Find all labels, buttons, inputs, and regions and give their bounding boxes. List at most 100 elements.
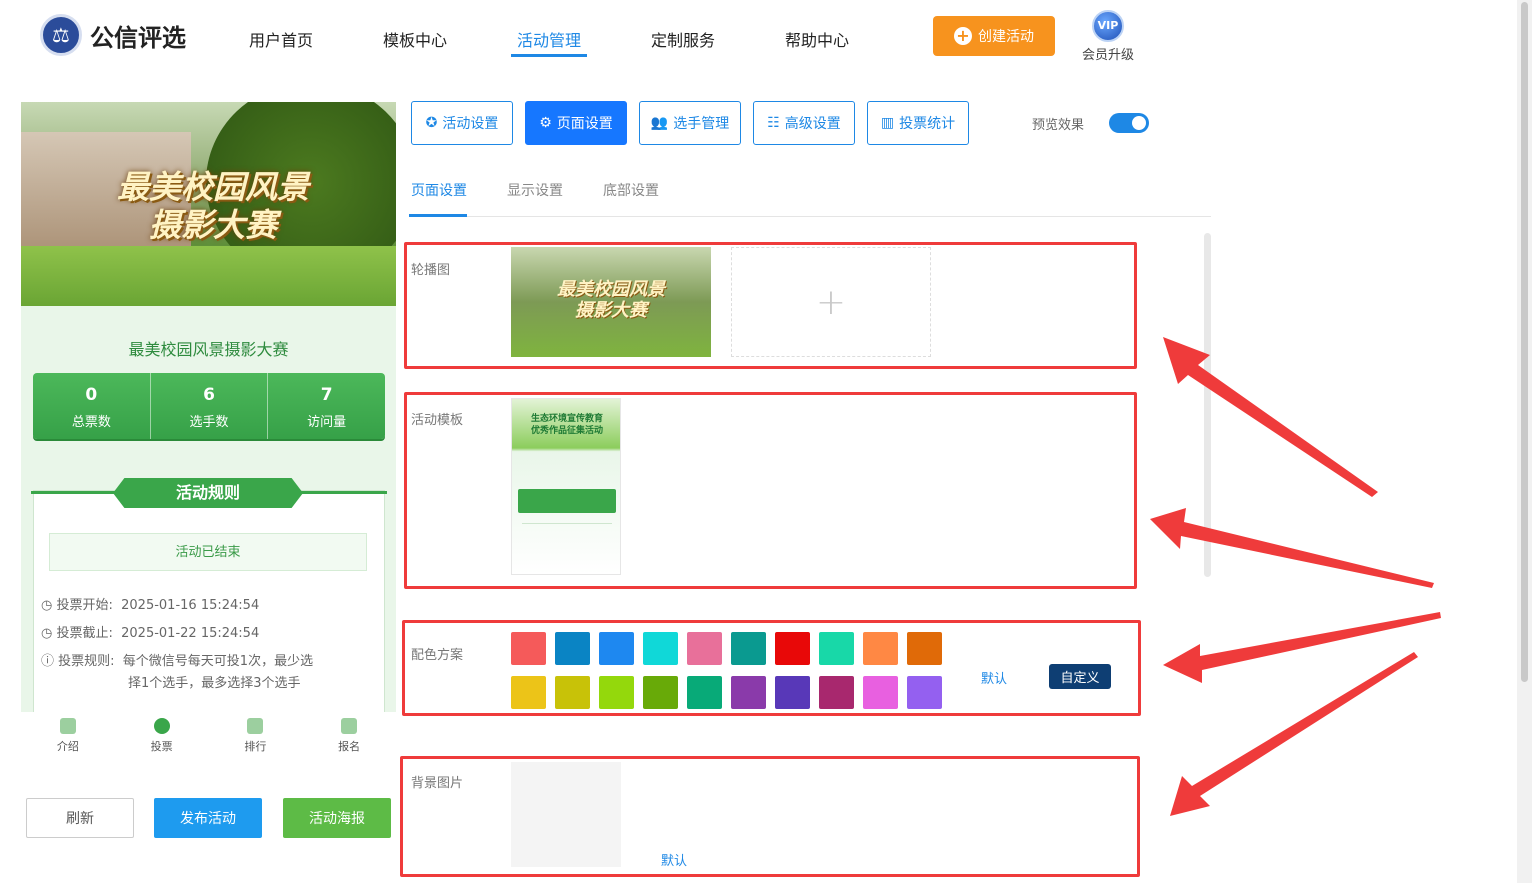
plus-icon: + xyxy=(954,27,972,45)
color-swatch[interactable] xyxy=(555,676,590,709)
vote-icon xyxy=(153,718,170,734)
carousel-thumb-line2: 摄影大赛 xyxy=(575,300,647,321)
color-swatch[interactable] xyxy=(907,676,942,709)
template-label: 活动模板 xyxy=(411,413,464,428)
color-swatch[interactable] xyxy=(775,632,810,665)
brand-logo[interactable]: ⚖ 公信评选 xyxy=(40,14,186,56)
bar-chart-icon: ▥ xyxy=(880,115,895,131)
nav-home[interactable]: 用户首页 xyxy=(249,27,313,51)
vote-end-value: 2025-01-22 15:24:54 xyxy=(121,626,260,641)
subtab-footer-settings[interactable]: 底部设置 xyxy=(603,180,659,200)
refresh-button[interactable]: 刷新 xyxy=(26,798,134,838)
preview-banner: 最美校园风景 摄影大赛 xyxy=(21,102,396,306)
vote-rule-value: 每个微信号每天可投1次，最少选 xyxy=(122,654,314,669)
gear-icon: ⚙ xyxy=(539,115,552,131)
plus-icon: + xyxy=(815,281,847,323)
nav-custom-service[interactable]: 定制服务 xyxy=(651,27,715,51)
activity-settings-button[interactable]: ✪ 活动设置 xyxy=(411,101,513,145)
vote-start-row: ◷ 投票开始: 2025-01-16 15:24:54 xyxy=(41,594,259,613)
star-icon: ✪ xyxy=(425,115,438,131)
contestant-management-button[interactable]: 👥 选手管理 xyxy=(639,101,741,145)
color-swatch[interactable] xyxy=(511,632,546,665)
nav-templates[interactable]: 模板中心 xyxy=(383,27,447,51)
stats-bar: 0 总票数 6 选手数 7 访问量 xyxy=(33,373,385,439)
background-image-thumb[interactable] xyxy=(511,762,621,867)
tab-label: 介绍 xyxy=(56,740,79,753)
vote-end-row: ◷ 投票截止: 2025-01-22 15:24:54 xyxy=(41,622,259,641)
color-custom-button[interactable]: 自定义 xyxy=(1049,664,1111,689)
page-scrollbar-thumb[interactable] xyxy=(1521,2,1528,682)
color-swatch[interactable] xyxy=(819,676,854,709)
vote-rule-label: 投票规则: xyxy=(58,654,115,669)
subtab-page-settings[interactable]: 页面设置 xyxy=(411,180,467,200)
preview-toggle[interactable] xyxy=(1109,113,1149,133)
carousel-thumb-line1: 最美校园风景 xyxy=(557,279,665,300)
advanced-settings-button[interactable]: ☷ 高级设置 xyxy=(753,101,855,145)
tab-intro[interactable]: 介绍 xyxy=(21,712,115,762)
edit-icon xyxy=(341,718,358,734)
tool-label: 高级设置 xyxy=(784,116,841,132)
stat-total-votes: 0 总票数 xyxy=(33,373,151,439)
color-swatch[interactable] xyxy=(643,676,678,709)
carousel-label: 轮播图 xyxy=(411,263,451,278)
subtab-divider xyxy=(409,216,1211,217)
doc-icon xyxy=(59,718,76,734)
rules-title: 活动规则 xyxy=(113,478,303,508)
carousel-image-thumb[interactable]: 最美校园风景 摄影大赛 xyxy=(511,247,711,357)
create-activity-label: 创建活动 xyxy=(978,29,1034,45)
tab-label: 报名 xyxy=(338,740,361,753)
create-activity-button[interactable]: + 创建活动 xyxy=(933,16,1055,56)
page-scrollbar[interactable] xyxy=(1517,0,1532,883)
poster-button[interactable]: 活动海报 xyxy=(283,798,391,838)
arrow-to-carousel xyxy=(1163,337,1378,497)
banner-title-line1: 最美校园风景 xyxy=(116,168,309,206)
color-swatch[interactable] xyxy=(643,632,678,665)
banner-grass xyxy=(21,246,396,306)
vote-end-label: 投票截止: xyxy=(56,626,113,641)
publish-button[interactable]: 发布活动 xyxy=(154,798,262,838)
vip-label: 会员升级 xyxy=(1081,48,1134,63)
tab-signup[interactable]: 报名 xyxy=(302,712,396,762)
template-thumb-title: 生态环境宣传教育 优秀作品征集活动 xyxy=(512,413,620,437)
clock-icon: ◷ xyxy=(41,598,57,613)
color-swatch[interactable] xyxy=(687,676,722,709)
status-badge: 活动已结束 xyxy=(49,533,367,571)
color-swatch[interactable] xyxy=(555,632,590,665)
tab-label: 排行 xyxy=(244,740,267,753)
color-swatch[interactable] xyxy=(511,676,546,709)
mobile-preview: 最美校园风景 摄影大赛 最美校园风景摄影大赛 0 总票数 6 选手数 7 访问量… xyxy=(21,102,396,762)
stat-contestants: 6 选手数 xyxy=(151,373,269,439)
vote-stats-button[interactable]: ▥ 投票统计 xyxy=(867,101,969,145)
template-thumb-line1: 生态环境宣传教育 xyxy=(530,414,603,424)
color-swatch[interactable] xyxy=(863,676,898,709)
banner-title: 最美校园风景 摄影大赛 xyxy=(113,168,313,244)
color-swatch[interactable] xyxy=(731,676,766,709)
stat-label: 选手数 xyxy=(189,415,229,430)
color-swatch[interactable] xyxy=(731,632,766,665)
tool-label: 投票统计 xyxy=(899,116,956,132)
tab-ranking[interactable]: 排行 xyxy=(209,712,303,762)
background-default-link[interactable]: 默认 xyxy=(661,850,687,869)
template-thumb[interactable]: 生态环境宣传教育 优秀作品征集活动 xyxy=(511,398,621,575)
tool-label: 活动设置 xyxy=(442,116,499,132)
tool-label: 页面设置 xyxy=(556,116,613,132)
nav-activity-management[interactable]: 活动管理 xyxy=(517,27,581,51)
nav-help[interactable]: 帮助中心 xyxy=(785,27,849,51)
vip-upgrade[interactable]: VIP 会员升级 xyxy=(1078,10,1138,63)
arrow-to-template xyxy=(1150,508,1434,588)
color-swatch[interactable] xyxy=(687,632,722,665)
color-swatch[interactable] xyxy=(863,632,898,665)
color-swatch[interactable] xyxy=(599,676,634,709)
subtab-display-settings[interactable]: 显示设置 xyxy=(507,180,563,200)
color-swatch[interactable] xyxy=(599,632,634,665)
carousel-upload-button[interactable]: + xyxy=(731,247,931,357)
page: ⚖ 公信评选 用户首页 模板中心 活动管理 定制服务 帮助中心 + 创建活动 V… xyxy=(0,0,1532,883)
tab-vote[interactable]: 投票 xyxy=(115,712,209,762)
color-swatch[interactable] xyxy=(775,676,810,709)
panel-scrollbar[interactable] xyxy=(1204,233,1211,577)
color-swatch[interactable] xyxy=(907,632,942,665)
page-settings-button[interactable]: ⚙ 页面设置 xyxy=(525,101,627,145)
stat-value: 6 xyxy=(203,385,215,405)
color-default-link[interactable]: 默认 xyxy=(981,668,1007,687)
color-swatch[interactable] xyxy=(819,632,854,665)
